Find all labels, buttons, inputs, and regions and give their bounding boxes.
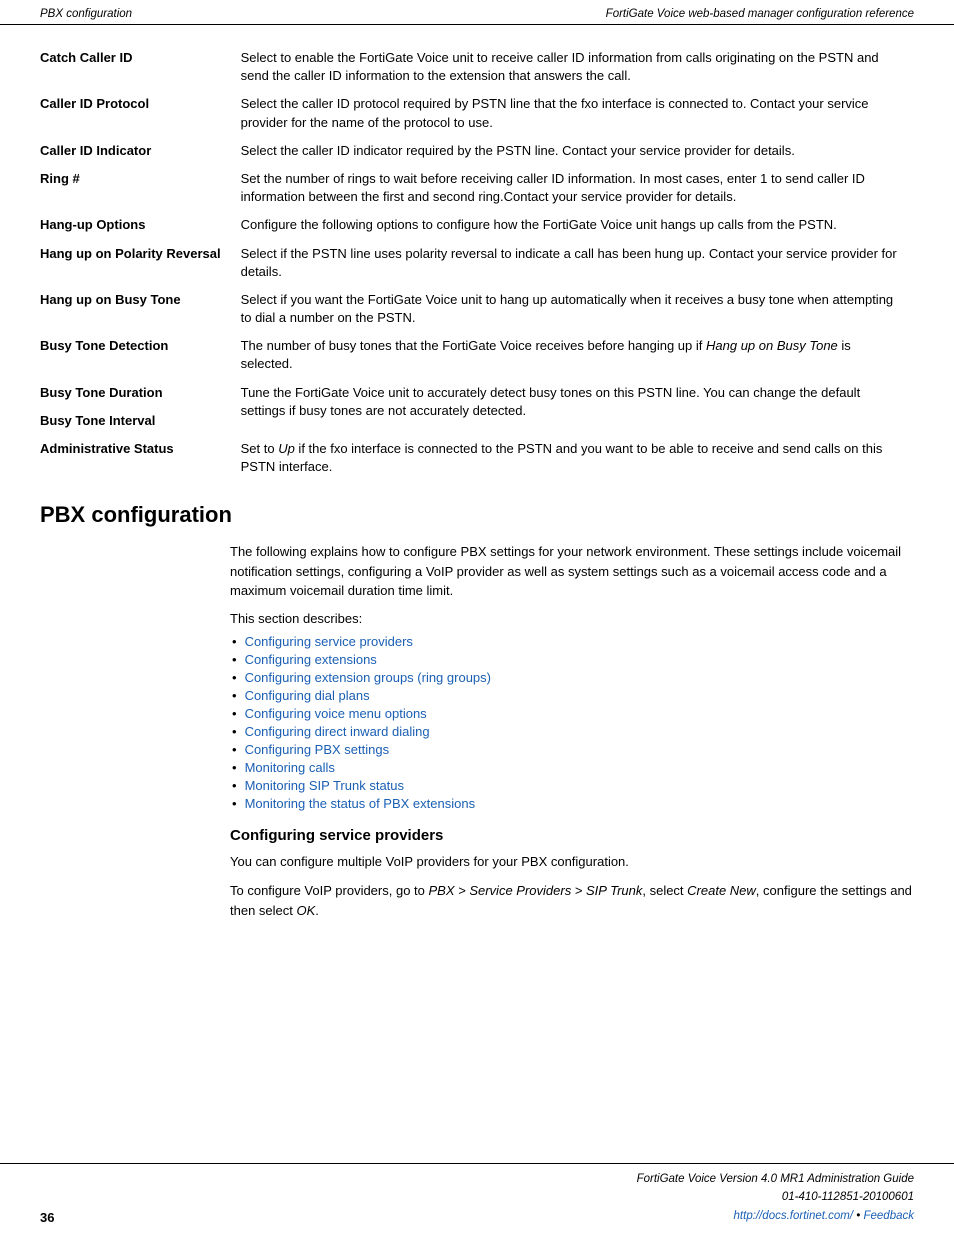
pbx-link[interactable]: Configuring dial plans [245, 688, 370, 703]
header-left: PBX configuration [40, 8, 132, 20]
sp-para1: You can configure multiple VoIP provider… [230, 852, 914, 872]
def-term: Caller ID Protocol [40, 91, 241, 137]
footer-line3: http://docs.fortinet.com/ • Feedback [637, 1207, 914, 1225]
def-description: Select if you want the FortiGate Voice u… [241, 287, 914, 333]
footer-right: FortiGate Voice Version 4.0 MR1 Administ… [637, 1170, 914, 1225]
page-header: PBX configuration FortiGate Voice web-ba… [0, 0, 954, 25]
list-item: Configuring direct inward dialing [230, 724, 914, 739]
footer-line2: 01-410-112851-20100601 [637, 1188, 914, 1206]
pbx-link[interactable]: Configuring extensions [245, 652, 377, 667]
pbx-link[interactable]: Configuring PBX settings [245, 742, 390, 757]
sp-para2-mid: , select [642, 883, 687, 898]
def-term: Catch Caller ID [40, 45, 241, 91]
def-description: Select if the PSTN line uses polarity re… [241, 241, 914, 287]
header-right: FortiGate Voice web-based manager config… [606, 8, 914, 20]
sp-para2-italic3: OK [297, 903, 316, 918]
def-description: The number of busy tones that the FortiG… [241, 333, 914, 379]
footer-page-number: 36 [40, 1210, 54, 1225]
def-term: Busy Tone Detection [40, 333, 241, 379]
def-description: Select the caller ID indicator required … [241, 138, 914, 166]
sp-para2: To configure VoIP providers, go to PBX >… [230, 881, 914, 920]
pbx-intro2: This section describes: [230, 611, 914, 626]
sp-para2-pre: To configure VoIP providers, go to [230, 883, 429, 898]
def-row: Busy Tone DetectionThe number of busy to… [40, 333, 914, 379]
def-row: Caller ID IndicatorSelect the caller ID … [40, 138, 914, 166]
def-term: Hang up on Polarity Reversal [40, 241, 241, 287]
page-footer: 36 FortiGate Voice Version 4.0 MR1 Admin… [0, 1163, 954, 1235]
def-term: Busy Tone Interval [40, 408, 241, 436]
def-row: Busy Tone DurationTune the FortiGate Voi… [40, 380, 914, 408]
list-item: Monitoring the status of PBX extensions [230, 796, 914, 811]
list-item: Monitoring calls [230, 760, 914, 775]
footer-line1: FortiGate Voice Version 4.0 MR1 Administ… [637, 1170, 914, 1188]
def-term: Hang up on Busy Tone [40, 287, 241, 333]
pbx-link[interactable]: Configuring direct inward dialing [245, 724, 430, 739]
def-term: Hang-up Options [40, 212, 241, 240]
def-term: Administrative Status [40, 436, 241, 482]
def-description: Set the number of rings to wait before r… [241, 166, 914, 212]
def-row: Hang-up OptionsConfigure the following o… [40, 212, 914, 240]
pbx-section: PBX configuration The following explains… [40, 502, 914, 920]
main-content: Catch Caller IDSelect to enable the Fort… [0, 25, 954, 990]
pbx-link[interactable]: Configuring voice menu options [245, 706, 427, 721]
list-item: Configuring extensions [230, 652, 914, 667]
pbx-body: The following explains how to configure … [230, 542, 914, 920]
def-description: Set to Up if the fxo interface is connec… [241, 436, 914, 482]
configuring-sp-heading: Configuring service providers [230, 827, 914, 844]
pbx-link[interactable]: Monitoring the status of PBX extensions [245, 796, 476, 811]
list-item: Configuring dial plans [230, 688, 914, 703]
def-term: Ring # [40, 166, 241, 212]
def-row: Catch Caller IDSelect to enable the Fort… [40, 45, 914, 91]
sp-para2-end: . [315, 903, 319, 918]
pbx-links-list: Configuring service providers Configuring… [230, 634, 914, 811]
def-term: Caller ID Indicator [40, 138, 241, 166]
definition-table: Catch Caller IDSelect to enable the Fort… [40, 45, 914, 482]
list-item: Configuring PBX settings [230, 742, 914, 757]
list-item: Configuring service providers [230, 634, 914, 649]
feedback-link[interactable]: Feedback [863, 1210, 914, 1222]
def-row: Ring #Set the number of rings to wait be… [40, 166, 914, 212]
pbx-link[interactable]: Monitoring SIP Trunk status [245, 778, 404, 793]
footer-docs-link[interactable]: http://docs.fortinet.com/ [734, 1210, 854, 1222]
list-item: Configuring voice menu options [230, 706, 914, 721]
def-row: Hang up on Polarity ReversalSelect if th… [40, 241, 914, 287]
def-term: Busy Tone Duration [40, 380, 241, 408]
pbx-link[interactable]: Configuring extension groups (ring group… [245, 670, 491, 685]
page: PBX configuration FortiGate Voice web-ba… [0, 0, 954, 1235]
def-row: Caller ID ProtocolSelect the caller ID p… [40, 91, 914, 137]
list-item: Configuring extension groups (ring group… [230, 670, 914, 685]
pbx-intro1: The following explains how to configure … [230, 542, 914, 601]
pbx-link[interactable]: Configuring service providers [245, 634, 413, 649]
footer-sep: • [853, 1210, 863, 1222]
def-description: Select to enable the FortiGate Voice uni… [241, 45, 914, 91]
sp-para2-italic: PBX > Service Providers > SIP Trunk [429, 883, 643, 898]
list-item: Monitoring SIP Trunk status [230, 778, 914, 793]
sp-para2-italic2: Create New [687, 883, 756, 898]
def-row: Hang up on Busy ToneSelect if you want t… [40, 287, 914, 333]
pbx-heading: PBX configuration [40, 502, 914, 528]
def-row: Administrative StatusSet to Up if the fx… [40, 436, 914, 482]
def-description: Select the caller ID protocol required b… [241, 91, 914, 137]
def-description: Configure the following options to confi… [241, 212, 914, 240]
pbx-link[interactable]: Monitoring calls [245, 760, 335, 775]
def-description: Tune the FortiGate Voice unit to accurat… [241, 380, 914, 436]
